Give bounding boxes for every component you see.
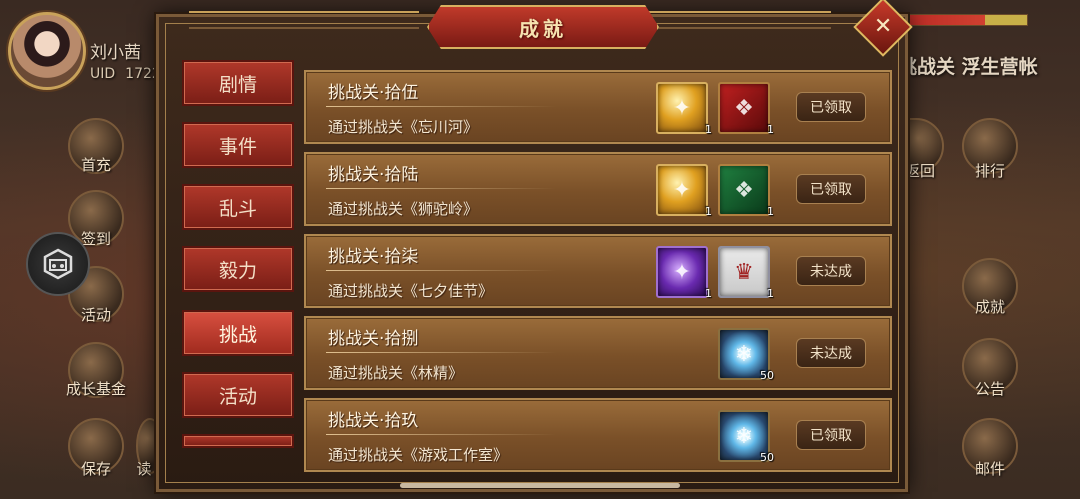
growth-fund-label: 成长基金 (65, 380, 126, 398)
first-recharge-label: 首充 (80, 156, 111, 174)
book-icon: ❖ (734, 95, 754, 121)
reward-count: 1 (705, 205, 712, 218)
claimed-button[interactable]: 已领取 (796, 174, 866, 204)
reward-count: 1 (767, 123, 774, 136)
achievement-row: 挑战关·拾玖 通过挑战关《游戏工作室》 ❄ 50 已领取 (304, 398, 892, 472)
reward-purple-token[interactable]: ✦ 1 (656, 246, 712, 300)
mail-label: 邮件 (974, 460, 1005, 478)
reward-ice-crystal[interactable]: ❄ 50 (718, 328, 774, 382)
achievement-desc: 通过挑战关《游戏工作室》 (328, 446, 509, 464)
notice-label: 公告 (974, 380, 1005, 398)
achievement-name: 挑战关·拾伍 (328, 83, 419, 103)
reward-count: 1 (767, 205, 774, 218)
location-title: 挑战关 浮生营帐 (898, 56, 1038, 78)
save-label: 保存 (80, 460, 111, 478)
tab-events[interactable]: 事件 (182, 122, 294, 168)
reward-count: 1 (767, 287, 774, 300)
row-divider (326, 106, 556, 107)
book-icon: ❖ (734, 177, 754, 203)
tab-story[interactable]: 剧情 (182, 60, 294, 106)
achievement-name: 挑战关·拾陆 (328, 165, 419, 185)
tab-challenge[interactable]: 挑战 (182, 310, 294, 356)
achievement-row: 挑战关·拾捌 通过挑战关《林精》 ❄ 50 未达成 (304, 316, 892, 390)
claimed-button[interactable]: 已领取 (796, 92, 866, 122)
close-icon: ✕ (873, 14, 893, 39)
achievement-label: 成就 (974, 298, 1005, 316)
achievement-name: 挑战关·拾柒 (328, 247, 419, 267)
tab-partial[interactable] (182, 434, 294, 448)
uid-label: UID (90, 66, 116, 82)
player-name: 刘小茜 (90, 43, 141, 63)
horizontal-scroll-indicator[interactable] (400, 483, 680, 488)
player-avatar[interactable] (8, 12, 86, 90)
tab-brawl[interactable]: 乱斗 (182, 184, 294, 230)
claimed-button[interactable]: 已领取 (796, 420, 866, 450)
tab-perseverance[interactable]: 毅力 (182, 246, 294, 292)
row-divider (326, 434, 556, 435)
tab-activity[interactable]: 活动 (182, 372, 294, 418)
achievement-desc: 通过挑战关《忘川河》 (328, 118, 479, 136)
achievement-name: 挑战关·拾玖 (328, 411, 419, 431)
achievement-desc: 通过挑战关《七夕佳节》 (328, 282, 494, 300)
floating-menu-button[interactable] (26, 232, 90, 296)
dialog-title: 成就 (519, 16, 567, 41)
hero-icon: ♛ (734, 259, 754, 285)
token-icon: ✦ (672, 95, 692, 121)
reward-gold-token[interactable]: ✦ 1 (656, 82, 712, 136)
achievement-desc: 通过挑战关《林精》 (328, 364, 464, 382)
events-label: 活动 (80, 306, 111, 324)
row-divider (326, 270, 556, 271)
achievement-row: 挑战关·拾陆 通过挑战关《狮驼岭》 ✦ 1 ❖ 1 已领取 (304, 152, 892, 226)
reward-count: 50 (760, 451, 774, 464)
row-divider (326, 188, 556, 189)
token-icon: ✦ (672, 177, 692, 203)
not-achieved-button[interactable]: 未达成 (796, 338, 866, 368)
achievement-row: 挑战关·拾伍 通过挑战关《忘川河》 ✦ 1 ❖ 1 已领取 (304, 70, 892, 144)
token-icon: ✦ (672, 259, 692, 285)
dialog-title-plate: 成就 (427, 5, 659, 49)
reward-red-book[interactable]: ❖ 1 (718, 82, 774, 136)
cube-icon (43, 248, 73, 280)
title-ornament-left (189, 11, 419, 29)
row-divider (326, 352, 556, 353)
ranking-label: 排行 (974, 162, 1005, 180)
achievement-row: 挑战关·拾柒 通过挑战关《七夕佳节》 ✦ 1 ♛ 1 未达成 (304, 234, 892, 308)
reward-count: 1 (705, 123, 712, 136)
reward-gold-token[interactable]: ✦ 1 (656, 164, 712, 218)
reward-count: 50 (760, 369, 774, 382)
reward-ice-crystal[interactable]: ❄ 50 (718, 410, 774, 464)
reward-count: 1 (705, 287, 712, 300)
achievement-desc: 通过挑战关《狮驼岭》 (328, 200, 479, 218)
not-achieved-button[interactable]: 未达成 (796, 256, 866, 286)
reward-green-book[interactable]: ❖ 1 (718, 164, 774, 218)
achievement-name: 挑战关·拾捌 (328, 329, 419, 349)
reward-hero-portrait[interactable]: ♛ 1 (718, 246, 774, 300)
